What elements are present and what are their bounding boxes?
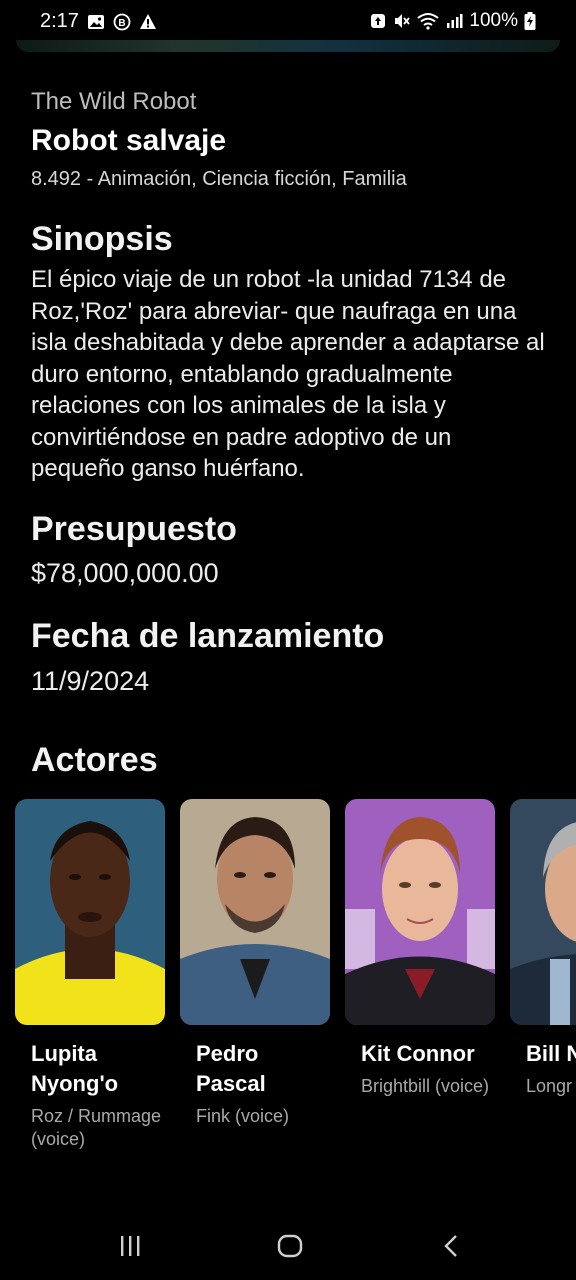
original-title: The Wild Robot bbox=[31, 88, 197, 115]
actor-role: Brightbill (voice) bbox=[361, 1076, 490, 1096]
actor-photo bbox=[180, 799, 330, 1025]
actors-heading: Actores bbox=[31, 741, 158, 779]
actor-photo bbox=[345, 799, 495, 1025]
movie-meta: 8.492 - Animación, Ciencia ficción, Fami… bbox=[31, 168, 407, 190]
svg-text:B: B bbox=[118, 18, 125, 29]
navigation-bar bbox=[0, 1210, 576, 1280]
actor-name: Pedro Pascal bbox=[196, 1041, 266, 1096]
recent-apps-button[interactable] bbox=[110, 1228, 150, 1264]
signal-icon bbox=[447, 14, 463, 28]
actor-role: Fink (voice) bbox=[196, 1106, 290, 1126]
mute-icon bbox=[395, 14, 411, 28]
actor-name: Kit Connor bbox=[361, 1041, 475, 1066]
actors-carousel[interactable]: Lupita Nyong'o Roz / Rummage (voice) Ped… bbox=[15, 799, 576, 1179]
recent-apps-icon bbox=[121, 1236, 140, 1256]
home-icon bbox=[277, 1234, 303, 1258]
actor-name: Bill N bbox=[526, 1041, 576, 1066]
release-heading: Fecha de lanzamiento bbox=[31, 617, 385, 655]
actor-role: Roz / Rummage (voice) bbox=[31, 1106, 162, 1149]
wifi-icon bbox=[417, 13, 440, 30]
actor-card[interactable]: Kit Connor Brightbill (voice) bbox=[345, 799, 495, 1098]
home-button[interactable] bbox=[270, 1228, 310, 1264]
budget-heading: Presupuesto bbox=[31, 510, 237, 548]
backdrop-image-edge bbox=[16, 40, 560, 52]
actor-photo bbox=[15, 799, 165, 1025]
actor-card[interactable]: Pedro Pascal Fink (voice) bbox=[180, 799, 330, 1128]
back-button[interactable] bbox=[432, 1228, 472, 1264]
synopsis-text: El épico viaje de un robot -la unidad 71… bbox=[31, 266, 545, 482]
actor-role: Longr (voice bbox=[526, 1076, 576, 1096]
movie-title: Robot salvaje bbox=[31, 124, 227, 157]
actor-card[interactable]: Bill N Longr (voice bbox=[510, 799, 576, 1098]
battery-text: 100% bbox=[469, 10, 518, 31]
synopsis-heading: Sinopsis bbox=[31, 220, 173, 258]
gallery-icon bbox=[87, 14, 104, 29]
back-icon bbox=[444, 1235, 457, 1257]
b-badge-icon: B bbox=[113, 13, 131, 30]
sync-icon bbox=[371, 14, 386, 28]
battery-charging-icon bbox=[524, 12, 536, 30]
actor-card[interactable]: Lupita Nyong'o Roz / Rummage (voice) bbox=[15, 799, 165, 1151]
status-bar: 2:17 B 100% bbox=[0, 0, 576, 44]
budget-value: $78,000,000.00 bbox=[31, 558, 219, 588]
release-date: 11/9/2024 bbox=[31, 666, 150, 696]
movie-header: The Wild Robot Robot salvaje 8.492 - Ani… bbox=[31, 86, 551, 192]
actor-name: Lupita Nyong'o bbox=[31, 1041, 119, 1096]
actor-photo bbox=[510, 799, 576, 1025]
status-time: 2:17 bbox=[40, 10, 79, 32]
warning-icon bbox=[139, 13, 156, 29]
